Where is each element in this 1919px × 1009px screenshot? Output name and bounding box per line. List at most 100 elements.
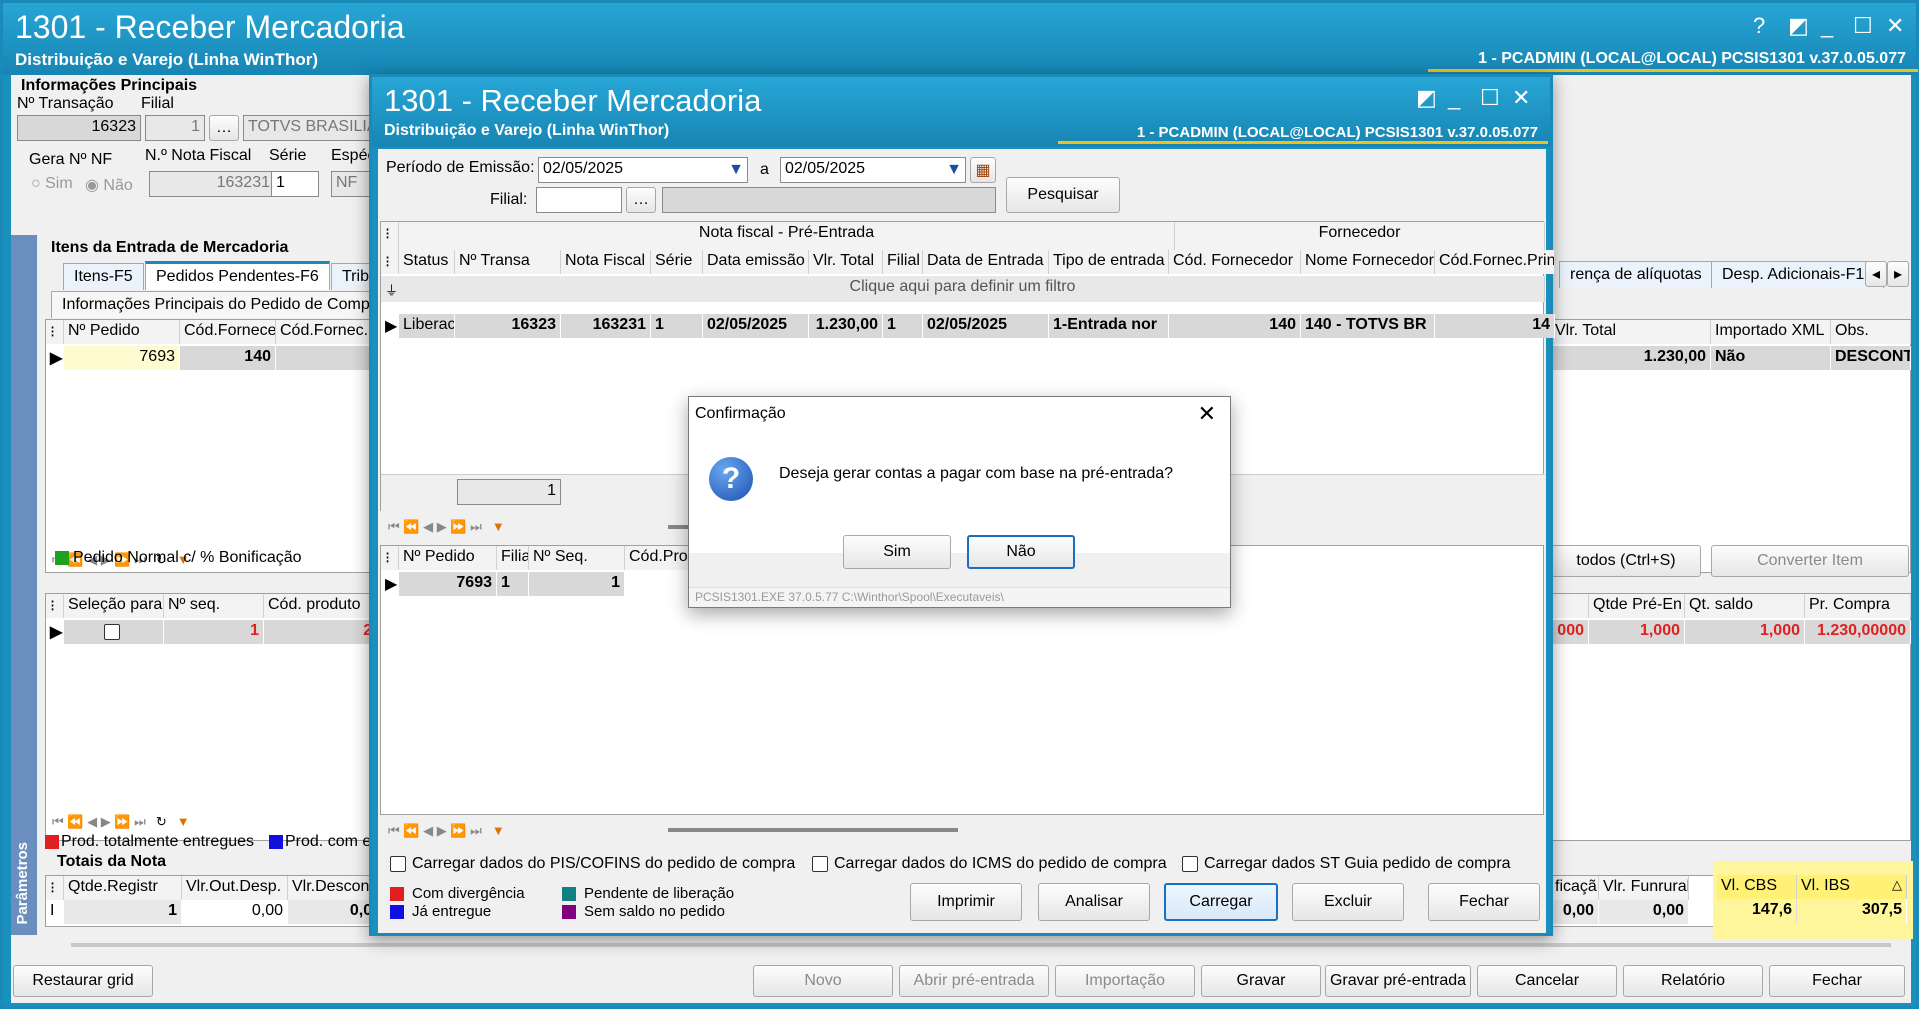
cell-vl-total[interactable]: 1.230,00 [1551, 346, 1711, 370]
gravar-button[interactable]: Gravar [1201, 965, 1321, 997]
pre-entrada-col-0[interactable]: Status [399, 250, 455, 274]
tab-diferenca-aliquotas[interactable]: rença de alíquotas [1559, 261, 1713, 288]
filial-lookup-button[interactable]: … [209, 115, 239, 141]
carregar-button[interactable]: Carregar [1164, 883, 1278, 921]
itens-cell-1[interactable]: 1 [497, 572, 529, 596]
itens-col-2[interactable]: Nº Seq. [529, 546, 625, 570]
filter-row[interactable]: Clique aqui para definir um filtro [381, 276, 1545, 302]
abrir-pre-entrada-button[interactable]: Abrir pré-entrada [899, 965, 1049, 997]
col-seq[interactable]: Nº seq. [164, 594, 264, 618]
chk-st-guia-label[interactable]: Carregar dados ST Guia pedido de compra [1204, 855, 1511, 873]
radio-nao[interactable]: ◉ Não [85, 175, 133, 195]
minimize-icon[interactable]: _ [1821, 13, 1833, 39]
close-icon[interactable]: ✕ [1512, 85, 1530, 111]
chk-pis-cofins-label[interactable]: Carregar dados do PIS/COFINS do pedido d… [412, 855, 795, 873]
col-selecao[interactable]: Seleção para [64, 594, 164, 618]
cell-pr-compra[interactable]: 1.230,00000 [1805, 620, 1911, 644]
cancelar-button[interactable]: Cancelar [1477, 965, 1617, 997]
pre-entrada-col-8[interactable]: Tipo de entrada [1049, 250, 1169, 274]
gravar-pre-entrada-button[interactable]: Gravar pré-entrada [1325, 965, 1471, 997]
tab-pedidos-pendentes[interactable]: Pedidos Pendentes-F6 [145, 261, 330, 290]
calendar-icon[interactable]: ▦ [970, 157, 996, 183]
grid-menu-icon[interactable]: ⁝ [46, 320, 64, 344]
pre-entrada-col-6[interactable]: Filial [883, 250, 923, 274]
filial-modal-field[interactable] [536, 187, 622, 213]
pre-entrada-cell-10[interactable]: 140 - TOTVS BR [1301, 314, 1435, 338]
chk-icms-label[interactable]: Carregar dados do ICMS do pedido de comp… [834, 855, 1167, 873]
col-produto[interactable]: Cód. produto [264, 594, 386, 618]
col-vl-ibs[interactable]: Vl. IBS △ [1797, 875, 1907, 899]
grid-menu-icon[interactable]: ⁝ [381, 222, 399, 250]
fechar-modal-button[interactable]: Fechar [1428, 883, 1540, 921]
itens-cell-0[interactable]: 7693 [399, 572, 497, 596]
tab-itens[interactable]: Itens-F5 [63, 263, 144, 290]
data-inicio-field[interactable]: 02/05/2025 [538, 157, 748, 183]
converter-item-button[interactable]: Converter Item [1711, 545, 1909, 577]
cell-importado-xml[interactable]: Não [1711, 346, 1831, 370]
pre-entrada-col-7[interactable]: Data de Entrada [923, 250, 1049, 274]
pre-entrada-col-10[interactable]: Nome Fornecedor [1301, 250, 1435, 274]
pre-entrada-cell-6[interactable]: 1 [883, 314, 923, 338]
cell-qt-saldo[interactable]: 1,000 [1685, 620, 1805, 644]
sim-button[interactable]: Sim [843, 535, 951, 569]
tab-desp-adicionais[interactable]: Desp. Adicionais-F12 [1711, 261, 1885, 288]
pre-entrada-col-5[interactable]: Vlr. Total [809, 250, 883, 274]
cell-qtde-pre[interactable]: 1,000 [1589, 620, 1685, 644]
grid-nav[interactable]: ⏮ ⏪ ◀ ▶ ⏩ ⏭ ↻ ▼ [52, 814, 190, 830]
pre-entrada-col-9[interactable]: Cód. Fornecedor [1169, 250, 1301, 274]
help-icon[interactable]: ? [1753, 13, 1765, 39]
col-vl-cbs[interactable]: Vl. CBS [1717, 875, 1797, 899]
pre-entrada-cell-1[interactable]: 16323 [455, 314, 561, 338]
data-fim-field[interactable]: 02/05/2025 [780, 157, 966, 183]
col-outdesp[interactable]: Vlr.Out.Desp. [182, 876, 288, 900]
col-vl-total[interactable]: Vlr. Total [1551, 320, 1711, 344]
filial-field[interactable]: 1 [145, 115, 205, 141]
grid-menu-icon[interactable]: ⁝ [46, 594, 64, 618]
main-hscrollbar[interactable] [71, 943, 1891, 947]
restore-icon[interactable]: ◩ [1788, 13, 1809, 39]
col-hidden[interactable] [1551, 594, 1589, 618]
imprimir-button[interactable]: Imprimir [910, 883, 1022, 921]
selecionar-todos-button[interactable]: todos (Ctrl+S) [1551, 545, 1701, 577]
grid-nav[interactable]: ⏮ ⏪ ◀ ▶ ⏩ ⏭ ▼ [388, 823, 505, 839]
filial-lookup-button[interactable]: … [626, 187, 656, 213]
pre-entrada-cell-9[interactable]: 140 [1169, 314, 1301, 338]
parametros-sidebar[interactable]: Parâmetros [11, 235, 37, 935]
especie-field[interactable]: NF [331, 171, 371, 197]
analisar-button[interactable]: Analisar [1038, 883, 1150, 921]
grid-menu-icon[interactable]: ⁝ [381, 250, 399, 274]
pesquisar-button[interactable]: Pesquisar [1006, 177, 1120, 213]
col-pedido[interactable]: Nº Pedido [64, 320, 180, 344]
importacao-button[interactable]: Importação [1055, 965, 1195, 997]
chk-st-guia[interactable] [1182, 856, 1198, 872]
row-checkbox[interactable] [104, 624, 120, 640]
col-qtde[interactable]: Qtde.Registr [64, 876, 182, 900]
fechar-button[interactable]: Fechar [1769, 965, 1905, 997]
col-bonificacao[interactable]: ficaçã [1551, 876, 1599, 900]
pre-entrada-col-1[interactable]: Nº Transa [455, 250, 561, 274]
pre-entrada-col-4[interactable]: Data emissão [703, 250, 809, 274]
pre-entrada-cell-8[interactable]: 1-Entrada nor [1049, 314, 1169, 338]
pre-entrada-col-2[interactable]: Nota Fiscal [561, 250, 651, 274]
dropdown-icon[interactable]: ▼ [944, 159, 964, 181]
pre-entrada-col-3[interactable]: Série [651, 250, 703, 274]
itens-col-0[interactable]: Nº Pedido [399, 546, 497, 570]
pre-entrada-cell-5[interactable]: 1.230,00 [809, 314, 883, 338]
col-obs[interactable]: Obs. [1831, 320, 1911, 344]
subtab-info-pedido[interactable]: Informações Principais do Pedido de Comp [51, 291, 381, 318]
col-cod-forn[interactable]: Cód.Fornece [180, 320, 276, 344]
cell-selecao[interactable] [64, 620, 164, 644]
nao-button[interactable]: Não [967, 535, 1075, 569]
col-qtde-pre[interactable]: Qtde Pré-En [1589, 594, 1685, 618]
tab-scroll-right[interactable]: ▸ [1887, 261, 1909, 287]
tab-scroll-left[interactable]: ◂ [1865, 261, 1887, 287]
cell-cod-forn[interactable]: 140 [180, 346, 276, 370]
chk-pis-cofins[interactable] [390, 856, 406, 872]
grid-menu-icon[interactable]: ⁝ [46, 876, 64, 900]
novo-button[interactable]: Novo [753, 965, 893, 997]
minimize-icon[interactable]: _ [1448, 85, 1460, 111]
transacao-field[interactable]: 16323 [17, 115, 141, 141]
cell-seq[interactable]: 1 [164, 620, 264, 644]
col-qt-saldo[interactable]: Qt. saldo [1685, 594, 1805, 618]
cell-obs[interactable]: DESCONT [1831, 346, 1911, 370]
